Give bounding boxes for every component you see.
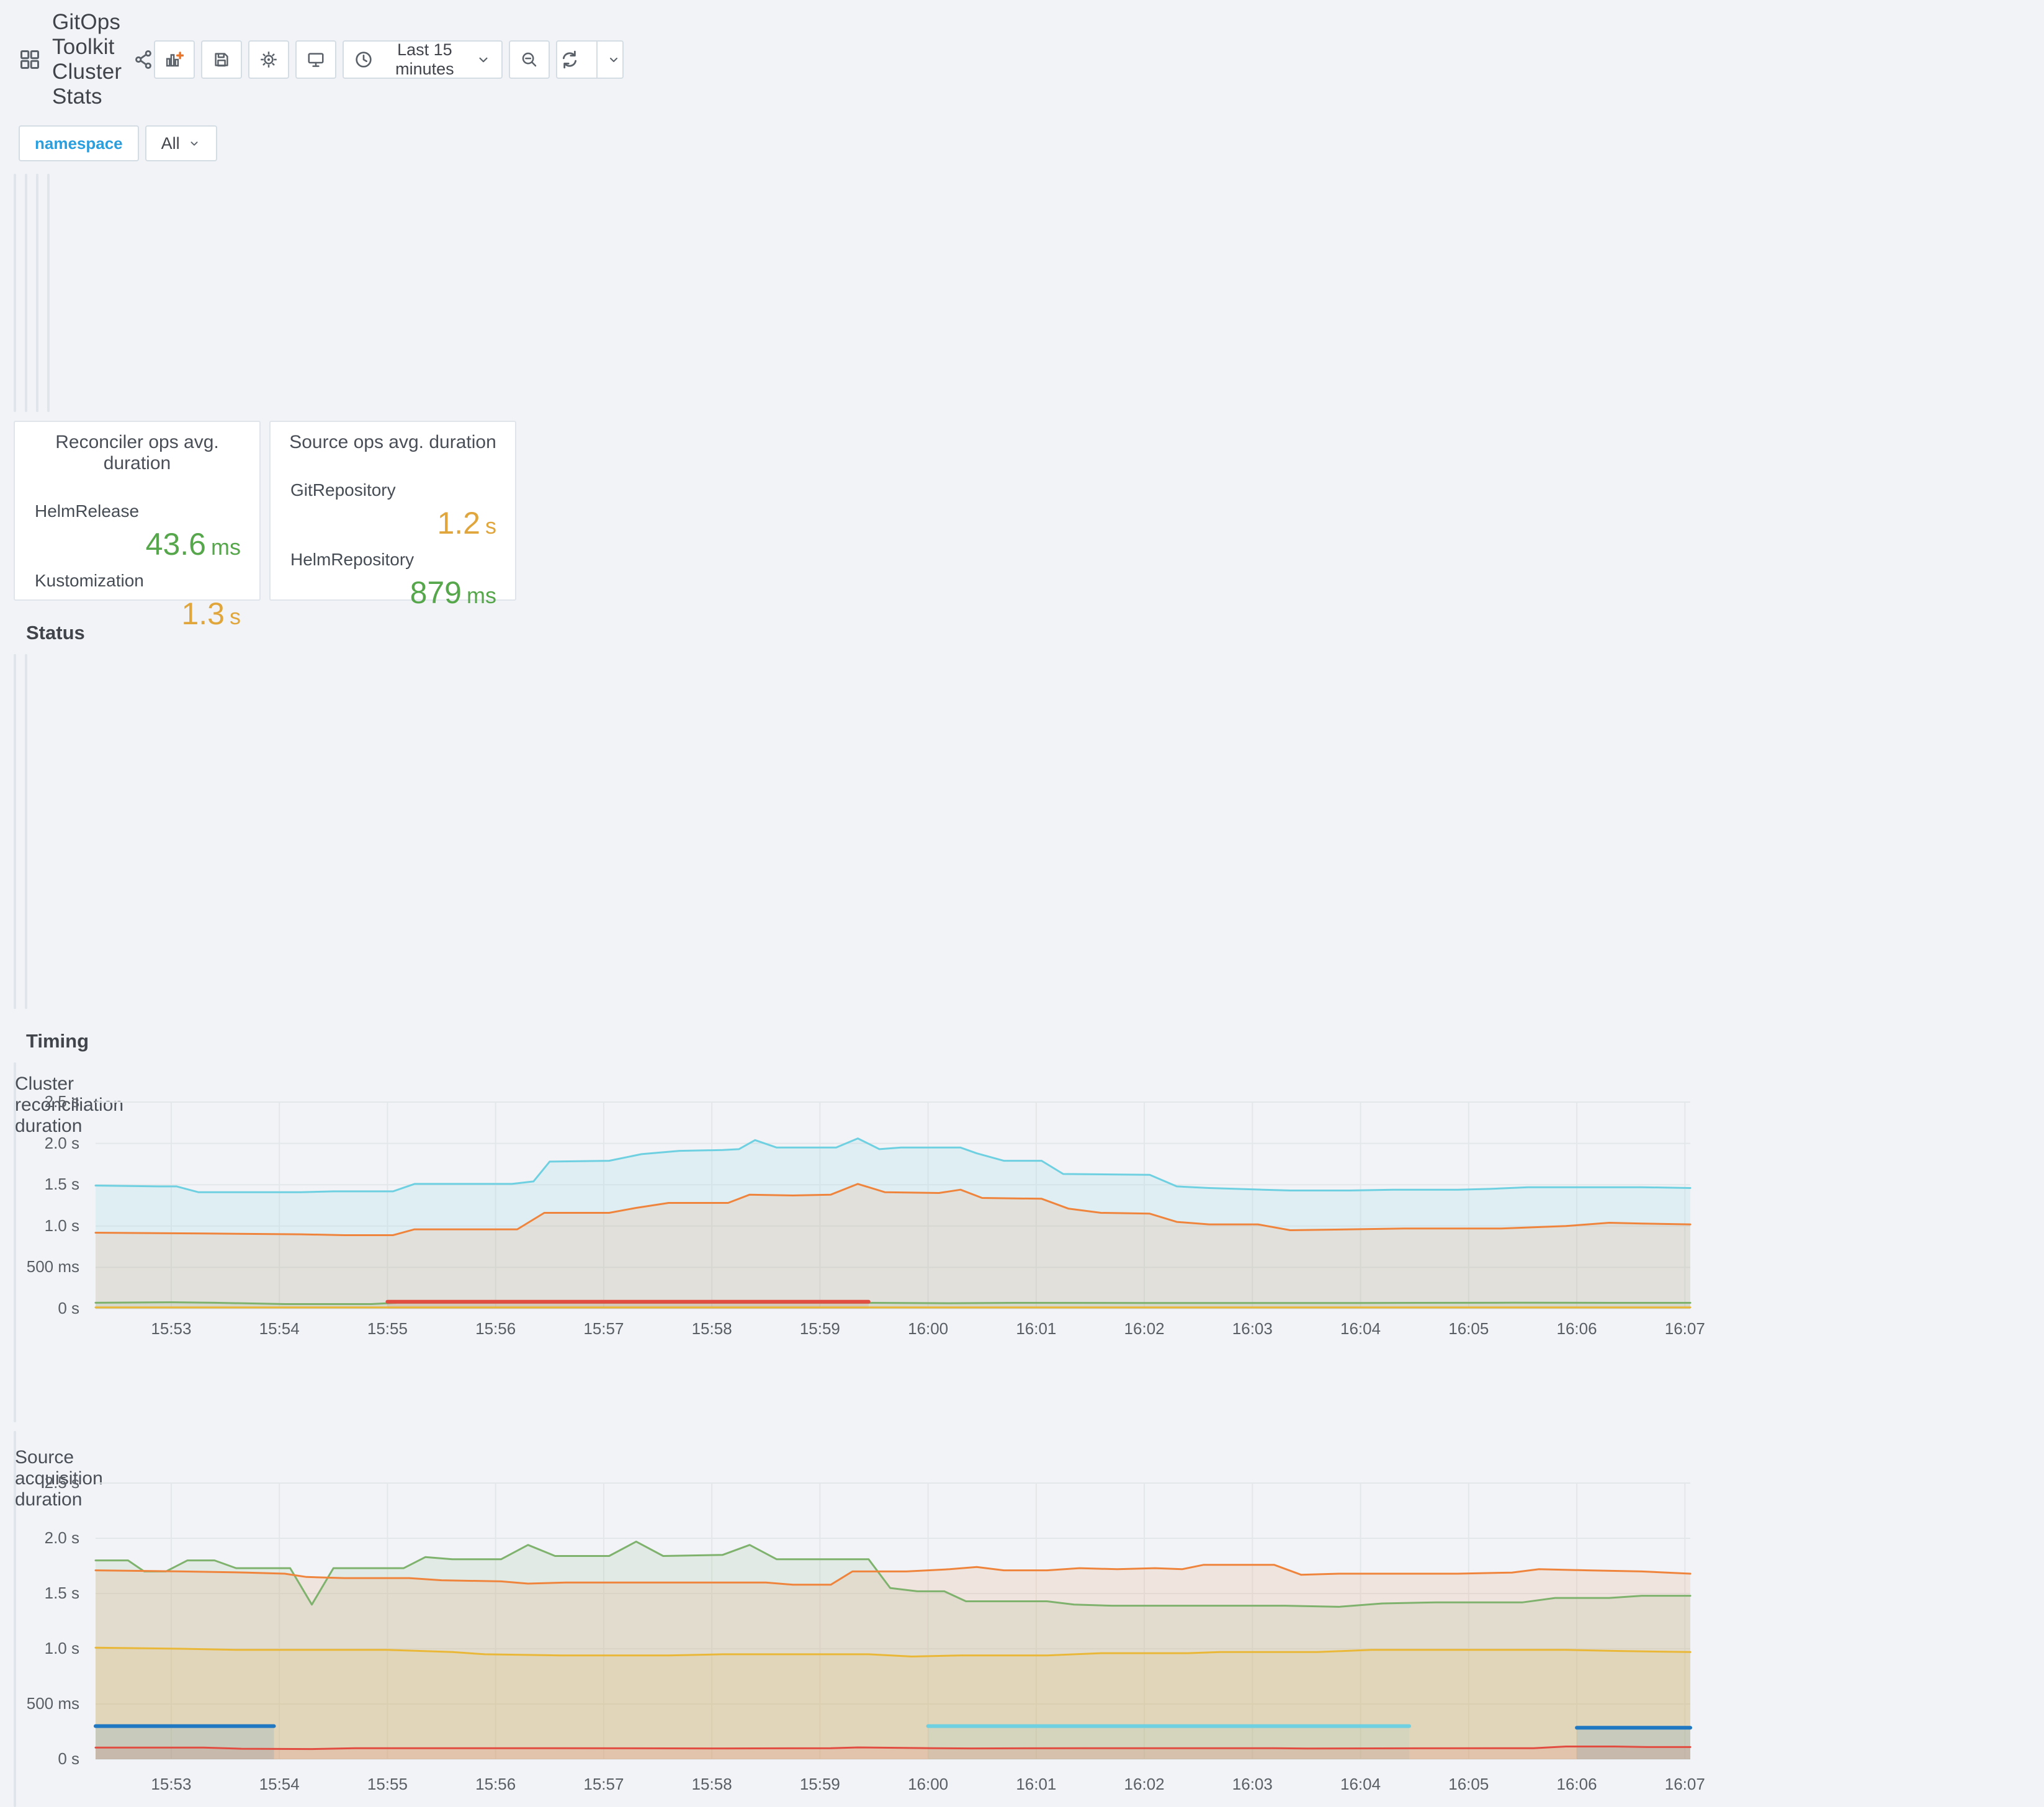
clock-icon <box>354 50 374 70</box>
y-tick-label: 1.0 s <box>44 1639 79 1657</box>
variable-selected-value: All <box>161 133 180 153</box>
apps-grid-icon[interactable] <box>19 48 41 71</box>
gauge-value: 879 ms <box>410 575 496 610</box>
x-tick-label: 16:05 <box>1448 1775 1489 1793</box>
panel-title[interactable]: Source ops avg. duration <box>289 422 496 453</box>
top-bar: GitOps Toolkit Cluster Stats Last 15 min… <box>14 0 624 112</box>
x-tick-label: 15:57 <box>583 1775 624 1793</box>
x-tick-label: 16:06 <box>1556 1319 1597 1338</box>
x-tick-label: 16:05 <box>1448 1319 1489 1338</box>
x-tick-label: 15:56 <box>475 1319 516 1338</box>
x-tick-label: 15:59 <box>799 1319 840 1338</box>
share-icon[interactable] <box>133 49 154 70</box>
gauge-label: Kustomization <box>35 571 144 590</box>
x-tick-label: 15:55 <box>367 1775 408 1793</box>
stat-panel-cluster-reconcilers: Cluster Reconcilers 5 <box>14 174 16 412</box>
y-tick-label: 1.5 s <box>44 1175 79 1194</box>
time-range-picker[interactable]: Last 15 minutes <box>343 40 503 79</box>
x-tick-label: 15:57 <box>583 1319 624 1338</box>
y-tick-label: 1.0 s <box>44 1216 79 1235</box>
panel-cluster-reconciliation-duration: Cluster reconciliation duration 0 s 500 m… <box>14 1062 1705 1422</box>
x-tick-label: 16:04 <box>1340 1319 1381 1338</box>
stat-value: 2 <box>47 247 50 374</box>
gauge-value: 1.2 s <box>437 506 496 540</box>
stat-panel-failing-reconcilers: Failing Reconcilers 1 <box>25 174 27 412</box>
save-dashboard-button[interactable] <box>201 40 243 79</box>
x-tick-label: 16:03 <box>1232 1775 1273 1793</box>
y-tick-label: 2.5 s <box>44 1092 79 1111</box>
x-tick-label: 16:03 <box>1232 1319 1273 1338</box>
panel-source-ops-avg-duration: Source ops avg. duration GitRepository 1… <box>269 421 516 610</box>
refresh-interval-caret[interactable] <box>596 42 630 78</box>
caret-down-icon <box>191 141 198 146</box>
panel-source-acquisition-readiness: Source acquisition readiness KindNameSta… <box>25 654 27 1009</box>
gauge-label: HelmRelease <box>35 501 140 521</box>
x-tick-label: 16:06 <box>1556 1775 1597 1793</box>
x-tick-label: 15:59 <box>799 1775 840 1793</box>
toolbar: Last 15 minutes <box>154 40 624 79</box>
panel-title[interactable]: Reconciler ops avg. duration <box>34 422 241 474</box>
refresh-button[interactable] <box>556 40 624 79</box>
x-tick-label: 15:53 <box>151 1319 192 1338</box>
page-title: GitOps Toolkit Cluster Stats <box>52 10 122 109</box>
stat-panel-failing-sources: Failing Sources 2 <box>47 174 50 412</box>
stat-value: 6 <box>36 247 38 374</box>
y-tick-label: 500 ms <box>26 1694 79 1713</box>
panel-cluster-reconciliation-readiness: Cluster reconciliation readiness KindNam… <box>14 654 16 1009</box>
x-tick-label: 16:01 <box>1016 1319 1057 1338</box>
stat-panel-kubernetes-manifests-sources: Kubernetes Manifests Sources 6 <box>36 174 38 412</box>
time-range-label: Last 15 minutes <box>395 40 454 78</box>
x-tick-label: 15:58 <box>691 1775 732 1793</box>
y-tick-label: 0 s <box>58 1749 79 1768</box>
plot-area[interactable] <box>94 1482 1692 1760</box>
variable-label-namespace: namespace <box>19 125 139 161</box>
x-tick-label: 16:00 <box>908 1319 949 1338</box>
dashboard: GitOps Toolkit Cluster Stats Last 15 min… <box>0 0 1705 1807</box>
x-tick-label: 15:55 <box>367 1319 408 1338</box>
x-tick-label: 16:00 <box>908 1775 949 1793</box>
stat-value: 1 <box>25 247 27 374</box>
variable-value-dropdown[interactable]: All <box>145 125 217 161</box>
caret-down-icon <box>475 52 491 68</box>
panel-reconciler-ops-avg-duration: Reconciler ops avg. duration HelmRelease… <box>14 421 261 631</box>
x-tick-label: 16:04 <box>1340 1775 1381 1793</box>
series-fill <box>96 1564 1690 1759</box>
x-tick-label: 16:02 <box>1124 1775 1165 1793</box>
cycle-view-button[interactable] <box>295 40 337 79</box>
gauge-label: HelmRepository <box>290 550 415 569</box>
dashboard-settings-button[interactable] <box>248 40 290 79</box>
y-tick-label: 500 ms <box>26 1257 79 1276</box>
plot-area[interactable] <box>94 1101 1692 1309</box>
x-tick-label: 15:54 <box>259 1319 300 1338</box>
add-panel-button[interactable] <box>154 40 195 79</box>
zoom-out-button[interactable] <box>509 40 550 79</box>
stat-value: 5 <box>14 247 16 374</box>
gauge-value: 1.3 s <box>181 596 241 631</box>
gauge-label: GitRepository <box>290 480 396 500</box>
row-header-label: Timing <box>26 1030 89 1052</box>
x-tick-label: 16:02 <box>1124 1319 1165 1338</box>
series-fill <box>96 1726 274 1759</box>
y-tick-label: 0 s <box>58 1299 79 1317</box>
x-tick-label: 16:07 <box>1664 1775 1705 1793</box>
y-tick-label: 2.0 s <box>44 1133 79 1152</box>
x-tick-label: 16:01 <box>1016 1775 1057 1793</box>
x-tick-label: 15:56 <box>475 1775 516 1793</box>
gauge-value: 43.6 ms <box>145 527 241 562</box>
panel-source-acquisition-duration: Source acquisition duration 0 s 500 ms 1.0… <box>14 1431 1705 1807</box>
series-fill <box>1577 1728 1690 1759</box>
x-tick-label: 16:07 <box>1664 1319 1705 1338</box>
y-tick-label: 1.5 s <box>44 1584 79 1602</box>
x-tick-label: 15:54 <box>259 1775 300 1793</box>
y-tick-label: 2.0 s <box>44 1528 79 1547</box>
x-tick-label: 15:53 <box>151 1775 192 1793</box>
x-tick-label: 15:58 <box>691 1319 732 1338</box>
refresh-icon[interactable] <box>550 42 589 78</box>
y-tick-label: 2.5 s <box>44 1473 79 1492</box>
